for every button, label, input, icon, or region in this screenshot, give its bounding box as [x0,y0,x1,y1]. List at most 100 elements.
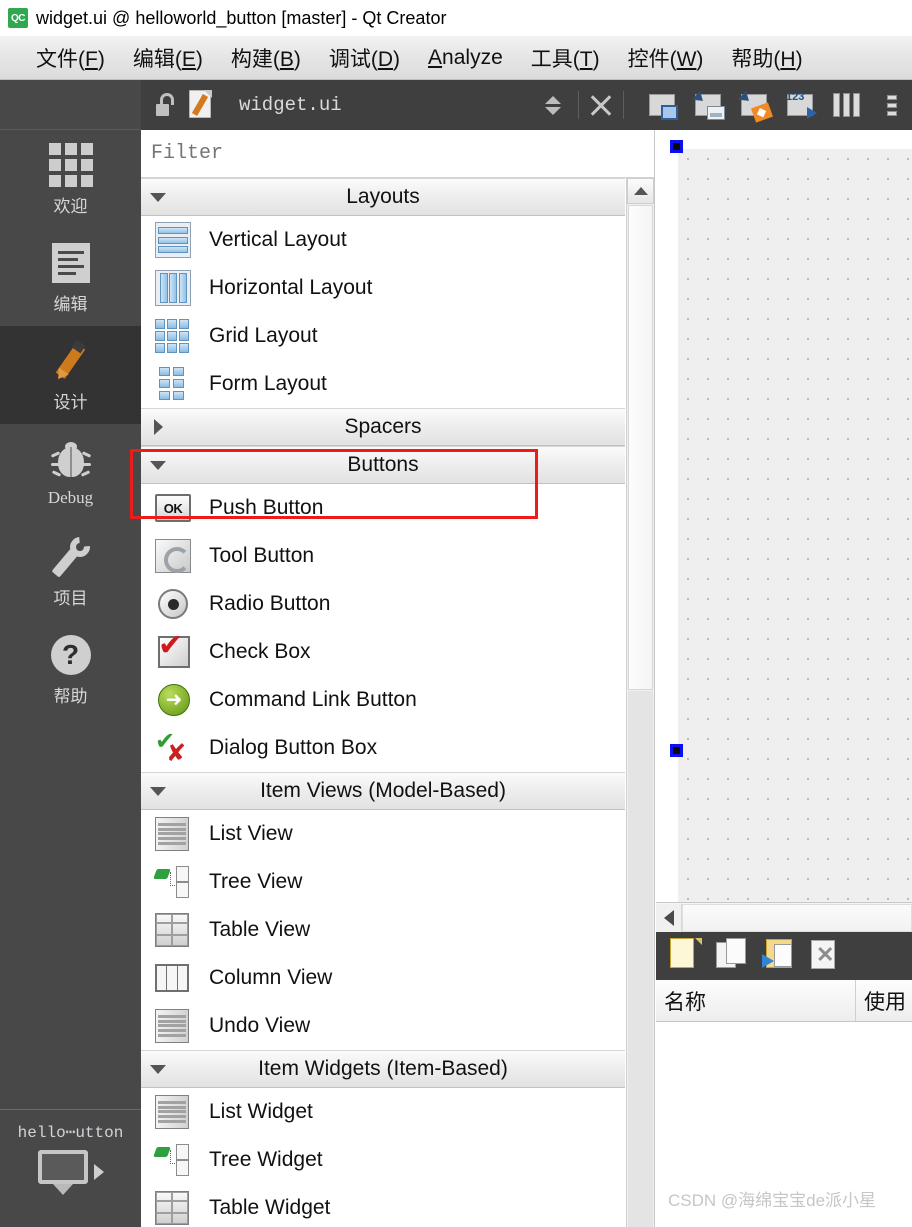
edit-widgets-icon[interactable] [642,87,682,123]
widget-item-list-view[interactable]: List View [141,810,625,858]
widget-item-form-layout[interactable]: Form Layout [141,360,625,408]
widget-item-label: List View [209,822,293,845]
hscrollbar-thumb[interactable] [682,903,912,932]
mode-sidebar: 欢迎 编辑 设计 Debug 项目 ? 帮助 hello⋯utton [0,80,141,1227]
menu-bar: 文件(F) 编辑(E) 构建(B) 调试(D) Analyze 工具(T) 控件… [0,36,912,80]
form-editor-canvas[interactable] [656,130,912,902]
open-document-name[interactable]: widget.ui [227,94,342,116]
edit-buddies-icon[interactable] [734,87,774,123]
menu-file-post: ) [97,47,105,71]
grid-icon [48,142,93,188]
widget-item-dialog-button-box[interactable]: ✔ ✘ Dialog Button Box [141,724,625,772]
widget-box-scrollbar[interactable] [626,178,654,1227]
column-header-name[interactable]: 名称 [656,980,856,1021]
dialog-button-box-icon: ✔ ✘ [155,728,187,767]
form-widget-surface[interactable] [678,149,912,902]
import-resource-icon[interactable] [762,938,798,974]
menu-debug-pre: 调试( [328,47,378,71]
widget-item-list-widget[interactable]: List Widget [141,1088,625,1136]
widget-box-panel: Layouts Vertical Layout Horizontal Layou… [141,130,655,1227]
resource-browser-toolbar: ✕ [656,932,912,980]
mode-sidebar-spacer [0,80,141,130]
widget-item-grid-layout[interactable]: Grid Layout [141,312,625,360]
group-header-item-views[interactable]: Item Views (Model-Based) [141,772,625,810]
widget-item-column-view[interactable]: Column View [141,954,625,1002]
widget-item-check-box[interactable]: Check Box [141,628,625,676]
scrollbar-trough[interactable] [628,691,653,1227]
sidebar-label-design: 设计 [53,392,88,412]
group-header-spacers[interactable]: Spacers [141,408,625,446]
tree-view-icon [153,862,195,902]
group-header-buttons[interactable]: Buttons [141,446,625,484]
menu-tools-post: ) [592,47,600,71]
widget-item-undo-view[interactable]: Undo View [141,1002,625,1050]
menu-analyze[interactable]: Analyze [414,44,517,72]
scroll-up-arrow-icon[interactable] [627,178,654,204]
selection-handle-middle-left[interactable] [670,744,683,757]
edit-signals-slots-icon[interactable] [688,87,728,123]
unlock-icon[interactable] [155,93,177,117]
menu-widgets-mnemonic: W [676,47,697,71]
layout-more-icon[interactable] [872,87,912,123]
widget-item-label: Check Box [209,640,311,663]
widget-item-radio-button[interactable]: Radio Button [141,580,625,628]
widget-item-label: Vertical Layout [209,228,347,251]
kit-selector[interactable]: hello⋯utton [0,1109,141,1227]
layout-horizontally-icon[interactable] [826,87,866,123]
sidebar-label-projects: 项目 [53,588,88,608]
menu-debug[interactable]: 调试(D) [315,41,414,75]
copy-resource-icon[interactable] [716,938,752,974]
sidebar-item-design[interactable]: 设计 [0,326,141,424]
menu-tools[interactable]: 工具(T) [517,41,614,75]
menu-build-mnemonic: B [279,47,294,71]
widget-item-label: Tree Widget [209,1148,323,1171]
menu-file[interactable]: 文件(F) [22,41,119,75]
command-link-button-icon: ➜ [155,680,195,720]
widget-item-tree-widget[interactable]: Tree Widget [141,1136,625,1184]
sidebar-item-welcome[interactable]: 欢迎 [0,130,141,228]
sidebar-item-help[interactable]: ? 帮助 [0,620,141,718]
group-header-layouts[interactable]: Layouts [141,178,625,216]
menu-tools-pre: 工具( [530,47,580,71]
tree-widget-icon [153,1140,195,1180]
menu-tools-mnemonic: T [579,47,593,71]
widget-item-table-view[interactable]: Table View [141,906,625,954]
widget-item-label: Undo View [209,1014,311,1037]
edit-tab-order-icon[interactable]: 123 [780,87,820,123]
close-icon[interactable] [587,91,615,119]
canvas-horizontal-scrollbar[interactable] [656,902,912,932]
group-title-item-views: Item Views (Model-Based) [260,779,506,802]
widget-item-horizontal-layout[interactable]: Horizontal Layout [141,264,625,312]
widget-item-command-link-button[interactable]: ➜ Command Link Button [141,676,625,724]
column-header-usage[interactable]: 使用 [856,980,912,1021]
widget-item-tree-view[interactable]: Tree View [141,858,625,906]
play-arrow-icon[interactable] [93,1164,104,1180]
selection-handle-top-left[interactable] [670,140,683,153]
menu-file-pre: 文件( [36,47,85,71]
widget-item-label: Column View [209,966,333,989]
widget-item-tool-button[interactable]: Tool Button [141,532,625,580]
widget-item-label: Tree View [209,870,303,893]
filter-input[interactable] [141,142,654,165]
widget-item-vertical-layout[interactable]: Vertical Layout [141,216,625,264]
remove-resource-icon[interactable]: ✕ [808,938,844,974]
menu-edit[interactable]: 编辑(E) [119,41,217,75]
widget-item-table-widget[interactable]: Table Widget [141,1184,625,1227]
scroll-left-arrow-icon[interactable] [656,903,682,932]
up-down-arrows-icon[interactable] [536,95,570,115]
widget-item-push-button[interactable]: OK Push Button [141,484,625,532]
widget-box-scroll-area: Layouts Vertical Layout Horizontal Layou… [141,178,654,1227]
widget-item-label: Tool Button [209,544,315,567]
menu-widgets[interactable]: 控件(W) [614,41,718,75]
menu-help[interactable]: 帮助(H) [717,41,816,75]
sidebar-item-edit[interactable]: 编辑 [0,228,141,326]
group-header-item-widgets[interactable]: Item Widgets (Item-Based) [141,1050,625,1088]
form-layout-icon [155,364,195,404]
scrollbar-thumb[interactable] [628,205,653,690]
sidebar-item-projects[interactable]: 项目 [0,522,141,620]
list-view-icon [155,814,195,854]
menu-build[interactable]: 构建(B) [217,41,315,75]
new-resource-file-icon[interactable] [670,938,706,974]
sidebar-item-debug[interactable]: Debug [0,424,141,522]
menu-widgets-post: ) [696,47,704,71]
